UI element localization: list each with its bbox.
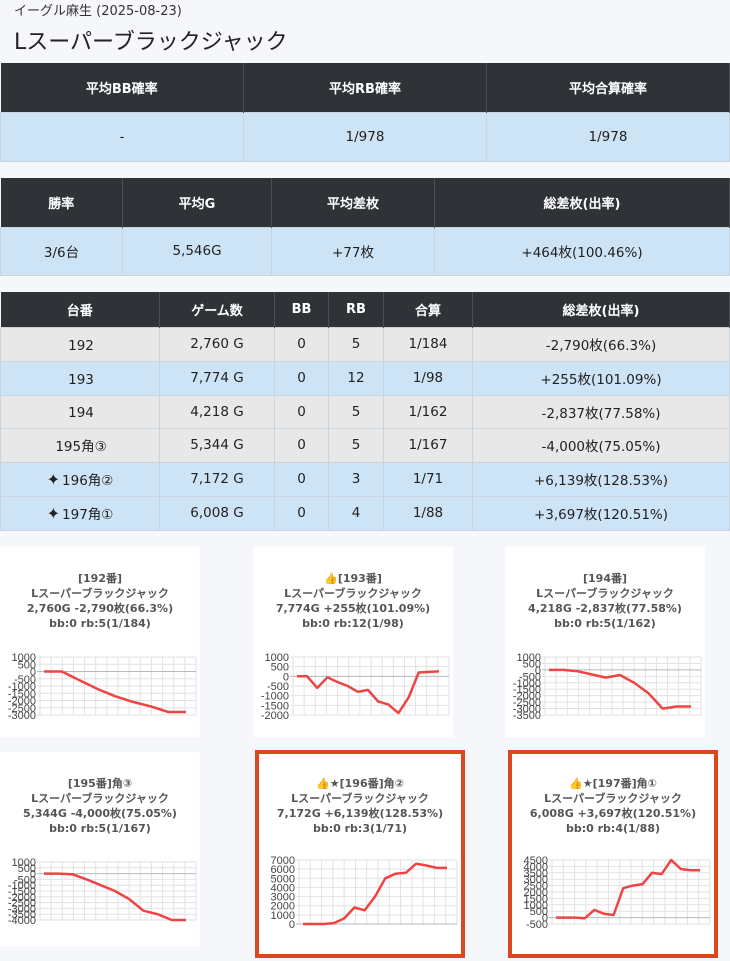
header-machine-id[interactable]: 台番	[0, 292, 160, 327]
header-win-rate[interactable]: 勝率	[0, 178, 123, 227]
cell-combined: 1/98	[383, 360, 473, 396]
line-chart: 10005000-500-1000-1500-2000-2500-3000-35…	[513, 652, 702, 722]
page-title: Lスーパーブラックジャック	[14, 30, 288, 55]
value-total-diff: +464枚(100.46%)	[434, 226, 730, 276]
cell-rb: 4	[328, 495, 384, 531]
cell-rb: 12	[328, 360, 384, 396]
header-diff[interactable]: 総差枚(出率)	[472, 292, 730, 327]
header-games[interactable]: ゲーム数	[159, 292, 275, 327]
cell-diff: +3,697枚(120.51%)	[472, 495, 730, 531]
header-avg-combined[interactable]: 平均合算確率	[486, 63, 730, 112]
value-avg-diff: +77枚	[271, 226, 435, 276]
cell-machine-id[interactable]: 193	[0, 360, 160, 396]
cell-games: 7,172 G	[159, 461, 275, 497]
cell-diff: -2,837枚(77.58%)	[472, 394, 730, 429]
cell-rb: 3	[328, 461, 384, 497]
value-avg-bb: -	[0, 111, 244, 162]
y-tick-label: -2000	[261, 710, 289, 722]
cell-bb: 0	[274, 495, 329, 531]
value-win-rate: 3/6台	[0, 226, 123, 276]
header-rb[interactable]: RB	[328, 292, 384, 327]
cell-rb: 5	[328, 394, 384, 429]
store-date-subtitle: イーグル麻生 (2025-08-23)	[14, 4, 182, 19]
cell-combined: 1/162	[383, 394, 473, 429]
cell-machine-id[interactable]: 194	[0, 394, 160, 429]
y-tick-label: -500	[526, 919, 548, 931]
series-line	[556, 858, 700, 920]
chart-card[interactable]: 👍★[196番]角② Lスーパーブラックジャック 7,172G +6,139枚(12…	[255, 750, 465, 958]
line-chart: 10005000-500-1000-1500-2000	[261, 652, 450, 722]
value-avg-games: 5,546G	[122, 226, 272, 276]
cell-diff: -4,000枚(75.05%)	[472, 427, 730, 463]
value-avg-rb: 1/978	[243, 111, 487, 162]
cell-rb: 5	[328, 427, 384, 463]
header-avg-rb[interactable]: 平均RB確率	[243, 63, 487, 112]
line-chart: 70006000500040003000200010000	[271, 855, 458, 931]
cell-diff: -2,790枚(66.3%)	[472, 326, 730, 362]
header-bb[interactable]: BB	[274, 292, 329, 327]
value-avg-combined: 1/978	[486, 111, 730, 162]
machine-table: 台番 ゲーム数 BB RB 合算 総差枚(出率) 192 2,760 G 0 5…	[0, 292, 730, 531]
cell-rb: 5	[328, 326, 384, 362]
line-chart: 10005000-500-1000-1500-2000-2500-3000	[8, 652, 197, 722]
sparkle-icon: ✦	[46, 504, 61, 523]
sparkle-icon: ✦	[46, 470, 61, 489]
chart-card[interactable]: [192番] Lスーパーブラックジャック 2,760G -2,790枚(66.3%)…	[0, 547, 200, 737]
chart-card[interactable]: 👍★[197番]角① Lスーパーブラックジャック 6,008G +3,697枚(12…	[508, 750, 718, 958]
cell-machine-id[interactable]: 192	[0, 326, 160, 362]
header-avg-diff[interactable]: 平均差枚	[271, 178, 435, 227]
cell-games: 5,344 G	[159, 427, 275, 463]
chart-card[interactable]: [195番]角③ Lスーパーブラックジャック 5,344G -4,000枚(75.0…	[0, 752, 200, 946]
table-row[interactable]: ✦ 197角① 6,008 G 0 4 1/88 +3,697枚(120.51%)	[0, 495, 730, 531]
summary-table: 勝率 平均G 平均差枚 総差枚(出率) 3/6台 5,546G +77枚 +46…	[0, 178, 730, 276]
table-row[interactable]: 192 2,760 G 0 5 1/184 -2,790枚(66.3%)	[0, 326, 730, 362]
chart-card[interactable]: [194番] Lスーパーブラックジャック 4,218G -2,837枚(77.58%…	[505, 547, 705, 737]
cell-diff: +6,139枚(128.53%)	[472, 461, 730, 497]
series-line	[44, 670, 186, 714]
cell-combined: 1/167	[383, 427, 473, 463]
cell-machine-id[interactable]: 195角③	[0, 427, 160, 463]
y-tick-label: 0	[289, 919, 295, 931]
table-row[interactable]: 195角③ 5,344 G 0 5 1/167 -4,000枚(75.05%)	[0, 427, 730, 463]
cell-games: 4,218 G	[159, 394, 275, 429]
header-avg-games[interactable]: 平均G	[122, 178, 272, 227]
cell-combined: 1/184	[383, 326, 473, 362]
cell-games: 6,008 G	[159, 495, 275, 531]
line-chart: 450040003500300025002000150010005000-500	[524, 855, 711, 931]
cell-bb: 0	[274, 394, 329, 429]
cell-machine-id[interactable]: ✦ 196角②	[0, 461, 160, 497]
cell-diff: +255枚(101.09%)	[472, 360, 730, 396]
header-avg-bb[interactable]: 平均BB確率	[0, 63, 244, 112]
y-tick-label: -4000	[8, 915, 36, 927]
cell-games: 2,760 G	[159, 326, 275, 362]
cell-bb: 0	[274, 461, 329, 497]
line-chart: 10005000-500-1000-1500-2000-2500-3000-35…	[8, 857, 197, 927]
probability-table: 平均BB確率 平均RB確率 平均合算確率 - 1/978 1/978	[0, 63, 730, 162]
header-total-diff[interactable]: 総差枚(出率)	[434, 178, 730, 227]
table-row[interactable]: 194 4,218 G 0 5 1/162 -2,837枚(77.58%)	[0, 394, 730, 429]
table-row[interactable]: 193 7,774 G 0 12 1/98 +255枚(101.09%)	[0, 360, 730, 396]
table-row[interactable]: ✦ 196角② 7,172 G 0 3 1/71 +6,139枚(128.53%)	[0, 461, 730, 497]
cell-bb: 0	[274, 360, 329, 396]
cell-machine-id[interactable]: ✦ 197角①	[0, 495, 160, 531]
y-tick-label: -3500	[513, 710, 541, 722]
y-tick-label: -3000	[8, 710, 36, 722]
series-line	[297, 670, 440, 715]
header-combined[interactable]: 合算	[383, 292, 473, 327]
cell-bb: 0	[274, 326, 329, 362]
cell-games: 7,774 G	[159, 360, 275, 396]
cell-combined: 1/88	[383, 495, 473, 531]
cell-combined: 1/71	[383, 461, 473, 497]
chart-card[interactable]: 👍[193番] Lスーパーブラックジャック 7,774G +255枚(101.09%…	[253, 547, 453, 737]
cell-bb: 0	[274, 427, 329, 463]
